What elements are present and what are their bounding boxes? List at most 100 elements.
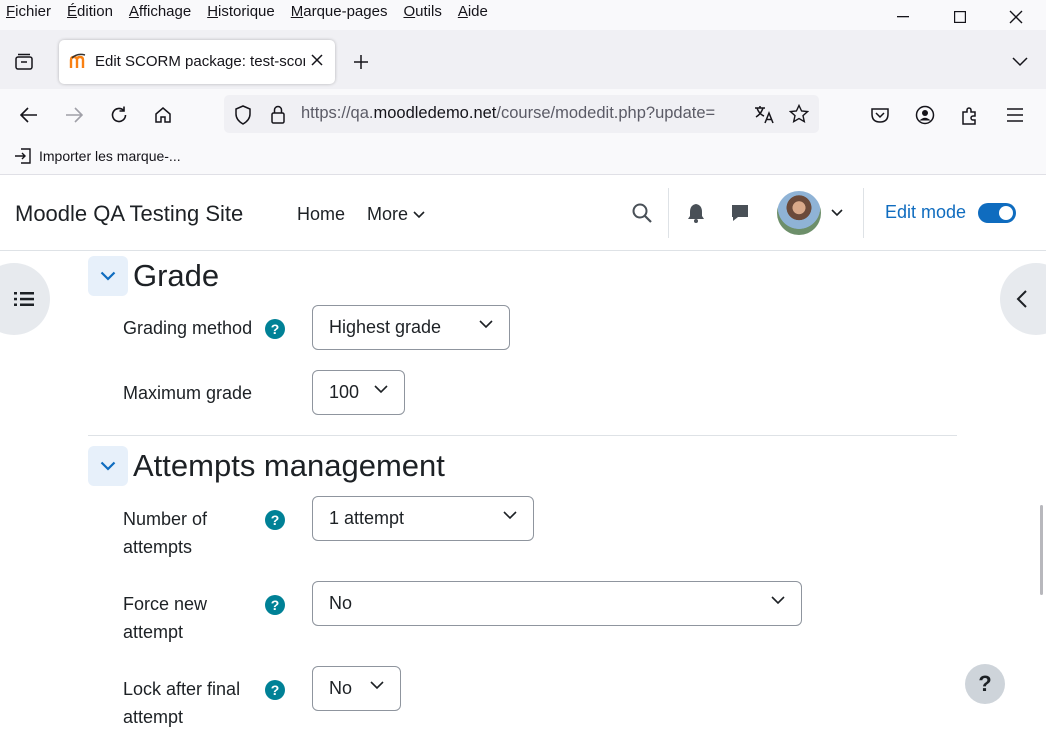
chat-icon (732, 205, 748, 221)
attempts-section-title: Attempts management (133, 448, 445, 483)
tab-close-button[interactable] (311, 50, 323, 71)
back-button[interactable] (13, 99, 45, 131)
nav-home[interactable]: Home (297, 204, 345, 225)
chevron-down-icon (479, 320, 493, 329)
messages-button[interactable] (724, 197, 756, 229)
search-icon (632, 203, 652, 223)
grade-collapse-button[interactable] (88, 256, 128, 296)
avatar[interactable] (777, 191, 821, 235)
block-drawer-toggle[interactable] (1000, 263, 1046, 335)
chevron-down-icon (771, 596, 785, 605)
nav-more-label: More (367, 204, 409, 224)
chevron-down-icon (503, 511, 517, 520)
site-name[interactable]: Moodle QA Testing Site (15, 201, 243, 227)
help-icon[interactable]: ? (265, 319, 285, 339)
lock-icon (271, 105, 285, 124)
hamburger-icon (1007, 108, 1023, 122)
chevron-down-icon (413, 210, 425, 218)
url-path: /course/modedit.php?update= (496, 104, 716, 122)
new-tab-button[interactable] (345, 46, 377, 78)
grading-method-value: Highest grade (329, 317, 442, 337)
extensions-button[interactable] (954, 99, 986, 131)
bell-icon (688, 204, 704, 223)
maximum-grade-label: Maximum grade (123, 383, 253, 403)
help-float-button[interactable]: ? (965, 664, 1005, 704)
lock-after-final-value: No (329, 678, 353, 698)
tab-bar: Edit SCORM package: test-scorm (0, 30, 1046, 89)
home-button[interactable] (147, 99, 179, 131)
plus-icon (354, 55, 368, 69)
tab-edit-scorm[interactable]: Edit SCORM package: test-scorm (59, 40, 335, 84)
chevron-down-icon (100, 461, 116, 471)
moodle-header: Moodle QA Testing Site Home More Edit mo… (0, 176, 1046, 251)
grade-section-title: Grade (133, 258, 220, 293)
forward-button[interactable] (58, 99, 90, 131)
grading-method-label: Grading method (123, 318, 253, 338)
tab-title: Edit SCORM package: test-scorm (95, 53, 305, 70)
header-divider (668, 188, 669, 238)
course-index-toggle[interactable] (0, 263, 50, 335)
translate-icon (755, 106, 774, 124)
chevron-down-icon (370, 681, 384, 690)
close-window-button[interactable] (993, 4, 1039, 30)
grading-method-select[interactable]: Highest grade (312, 305, 510, 350)
maximize-button[interactable] (937, 4, 983, 30)
arrow-left-icon (20, 107, 37, 123)
menu-affichage[interactable]: Affichage (129, 3, 191, 20)
import-icon (15, 148, 31, 164)
import-bookmarks-item[interactable]: Importer les marque-... (14, 148, 181, 164)
reload-button[interactable] (103, 99, 135, 131)
menu-bar: Fichier Édition Affichage Historique Mar… (0, 0, 1046, 30)
menu-historique[interactable]: Historique (207, 3, 275, 20)
lock-after-final-label: Lock after final attempt (123, 679, 241, 727)
notifications-button[interactable] (680, 197, 712, 229)
nav-toolbar: https://qa.moodledemo.net/course/modedit… (0, 89, 1046, 141)
account-button[interactable] (909, 99, 941, 131)
arrow-right-icon (66, 107, 83, 123)
url-domain: moodledemo.net (373, 104, 497, 122)
menu-outils[interactable]: Outils (403, 3, 441, 20)
help-icon[interactable]: ? (265, 595, 285, 615)
nav-more[interactable]: More (367, 204, 425, 225)
header-divider (863, 188, 864, 238)
menu-marque-pages[interactable]: Marque-pages (291, 3, 388, 20)
app-menu-button[interactable] (999, 99, 1031, 131)
close-icon (1009, 10, 1023, 24)
maximum-grade-value: 100 (329, 382, 360, 402)
help-icon[interactable]: ? (265, 680, 285, 700)
section-divider (88, 435, 957, 436)
help-icon[interactable]: ? (265, 510, 285, 530)
menu-fichier[interactable]: Fichier (6, 3, 51, 20)
url-prefix: https://qa. (301, 104, 374, 122)
chevron-down-icon[interactable] (831, 209, 843, 217)
menu-items: Fichier Édition Affichage Historique Mar… (6, 3, 504, 20)
import-bookmarks-label: Importer les marque-... (39, 148, 181, 164)
chevron-left-icon (1016, 290, 1027, 308)
minimize-button[interactable] (880, 4, 926, 30)
force-new-attempt-select[interactable]: No (312, 581, 802, 626)
attempts-collapse-button[interactable] (88, 446, 128, 486)
grade-section-header: Grade (88, 256, 219, 296)
minimize-icon (897, 16, 909, 18)
account-icon (915, 105, 935, 125)
number-of-attempts-select[interactable]: 1 attempt (312, 496, 534, 541)
menu-edition[interactable]: Édition (67, 3, 113, 20)
scrollbar-thumb[interactable] (1040, 505, 1043, 595)
maximum-grade-select[interactable]: 100 (312, 370, 405, 415)
close-icon (311, 54, 323, 66)
url-bar[interactable]: https://qa.moodledemo.net/course/modedit… (224, 95, 819, 133)
star-icon[interactable] (789, 104, 809, 124)
pocket-icon (871, 108, 889, 123)
search-button[interactable] (626, 197, 658, 229)
url-text: https://qa.moodledemo.net/course/modedit… (301, 104, 743, 123)
lock-after-final-select[interactable]: No (312, 666, 401, 711)
list-all-tabs-button[interactable] (1004, 46, 1036, 78)
edit-mode-toggle[interactable] (978, 203, 1016, 223)
home-icon (155, 107, 171, 123)
pocket-button[interactable] (864, 99, 896, 131)
moodle-favicon-icon (69, 53, 86, 68)
maximize-icon (954, 11, 966, 23)
tab-overview-button[interactable] (8, 46, 40, 78)
edit-mode-label: Edit mode (885, 202, 967, 222)
menu-aide[interactable]: Aide (458, 3, 488, 20)
